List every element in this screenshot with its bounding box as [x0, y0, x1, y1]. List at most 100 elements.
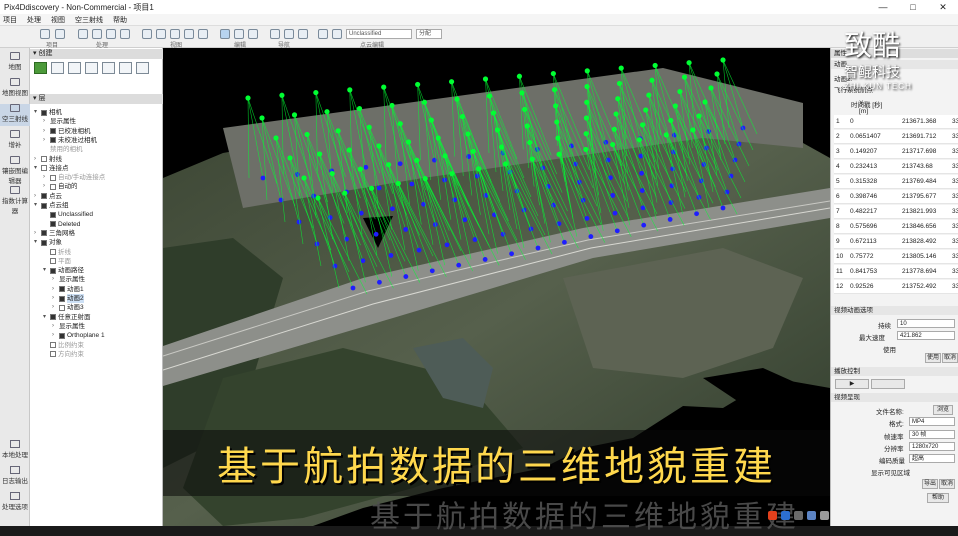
- close-button[interactable]: ✕: [928, 0, 958, 14]
- waypoint-row[interactable]: 2 0.0651407 213691.712 336: [834, 130, 958, 144]
- layer-tree-item[interactable]: 折线: [43, 248, 71, 257]
- expand-chevron-icon[interactable]: ›: [52, 303, 57, 312]
- layer-checkbox[interactable]: [59, 286, 65, 293]
- layer-checkbox[interactable]: [59, 332, 65, 339]
- layer-checkbox[interactable]: [41, 230, 47, 237]
- layer-tree-item[interactable]: › 自动/手动连接点: [43, 173, 105, 182]
- layer-tree-item[interactable]: ▾ 任意正射面: [43, 313, 91, 322]
- layer-checkbox[interactable]: [41, 202, 47, 209]
- quality-select[interactable]: 超高: [909, 454, 955, 463]
- view-side-icon[interactable]: [198, 29, 208, 39]
- tray-app-icon[interactable]: [768, 511, 777, 520]
- waypoint-row[interactable]: 4 0.232413 213743.68 336: [834, 160, 958, 174]
- expand-chevron-icon[interactable]: ›: [43, 182, 48, 191]
- process-stop-icon[interactable]: [106, 29, 116, 39]
- expand-chevron-icon[interactable]: ▾: [43, 266, 48, 275]
- max-speed-input[interactable]: 421.862: [897, 331, 955, 340]
- layer-checkbox[interactable]: [50, 128, 56, 135]
- layer-tree-item[interactable]: ▾ 相机: [34, 108, 62, 117]
- format-select[interactable]: MP4: [909, 417, 955, 426]
- video-render-section-header[interactable]: 视频呈现: [831, 393, 958, 402]
- layer-checkbox[interactable]: [41, 156, 47, 162]
- minimize-button[interactable]: —: [868, 0, 898, 14]
- select-icon[interactable]: [220, 29, 230, 39]
- local-processing-button[interactable]: 本地处理: [0, 440, 30, 459]
- nav-supplement[interactable]: 增补: [0, 130, 30, 152]
- waypoint-row[interactable]: 5 0.315328 213769.484 336: [834, 175, 958, 189]
- open-project-icon[interactable]: [55, 29, 65, 39]
- waypoint-row[interactable]: 11 0.841753 213778.694 336: [834, 265, 958, 279]
- cancel-button[interactable]: 取消: [942, 353, 958, 363]
- expand-chevron-icon[interactable]: ›: [52, 285, 57, 294]
- layer-tree-item[interactable]: › Orthoplane 1: [52, 331, 105, 340]
- export-button[interactable]: 导出: [922, 479, 938, 489]
- waypoint-row[interactable]: 9 0.672113 213828.492 336: [834, 235, 958, 249]
- tray-keyboard-icon[interactable]: [820, 511, 829, 520]
- layer-checkbox[interactable]: [41, 165, 47, 172]
- layer-tree-item[interactable]: › 动画2: [52, 294, 84, 303]
- layers-section-header[interactable]: ▾ 层: [30, 94, 163, 104]
- layer-tree-item[interactable]: ▾ 动画路径: [43, 266, 84, 275]
- expand-chevron-icon[interactable]: ▾: [34, 108, 39, 117]
- waypoint-row[interactable]: 7 0.482217 213821.993 336: [834, 205, 958, 219]
- expand-chevron-icon[interactable]: ›: [43, 127, 48, 136]
- process-icon[interactable]: [78, 29, 88, 39]
- tray-settings-icon[interactable]: [794, 511, 803, 520]
- layer-tree-item[interactable]: Deleted: [43, 220, 80, 229]
- layer-tree-item[interactable]: › 动画3: [52, 303, 84, 312]
- expand-chevron-icon[interactable]: ›: [52, 275, 57, 284]
- video-animation-section-header[interactable]: 视频动画选项: [831, 306, 958, 315]
- view-top-icon[interactable]: [184, 29, 194, 39]
- new-project-icon[interactable]: [40, 29, 50, 39]
- waypoint-row[interactable]: 6 0.398746 213795.677 336: [834, 190, 958, 204]
- nav-mapview[interactable]: 地图视图: [0, 78, 30, 100]
- layer-checkbox[interactable]: [41, 109, 47, 116]
- pointcloud-select-icon[interactable]: [332, 29, 342, 39]
- orbit-icon[interactable]: [284, 29, 294, 39]
- menu-item-view[interactable]: 视图: [51, 15, 65, 25]
- process-options-icon[interactable]: [92, 29, 102, 39]
- cancel-export-button[interactable]: 取消: [939, 479, 955, 489]
- waypoint-row[interactable]: 12 0.92526 213752.492 336: [834, 280, 958, 294]
- layer-tree-item[interactable]: › 已校准相机: [43, 127, 91, 136]
- layer-tree-item[interactable]: ▾ 点云组: [34, 201, 69, 210]
- apply-button[interactable]: 使用: [925, 353, 941, 363]
- playback-section-header[interactable]: 播放控制: [831, 367, 958, 376]
- layer-tree-item[interactable]: ▾ 对象: [34, 238, 62, 247]
- layer-tree-item[interactable]: 平面: [43, 257, 71, 266]
- processing-options-button[interactable]: 处理选项: [0, 492, 30, 511]
- create-rect-icon[interactable]: [34, 62, 47, 74]
- browse-button[interactable]: 浏览: [933, 405, 953, 415]
- expand-chevron-icon[interactable]: ▾: [43, 313, 48, 322]
- layer-checkbox[interactable]: [50, 314, 56, 321]
- layer-tree-item[interactable]: Unclassified: [43, 210, 93, 219]
- layer-checkbox[interactable]: [50, 351, 56, 358]
- help-button[interactable]: 帮助: [927, 493, 949, 503]
- expand-chevron-icon[interactable]: ▾: [34, 164, 39, 173]
- resolution-select[interactable]: 1280x720: [909, 442, 955, 451]
- nav-mosaic-editor[interactable]: 镶嵌图编辑器: [0, 156, 30, 185]
- menu-item-process[interactable]: 处理: [27, 15, 41, 25]
- layer-tree-item[interactable]: › 动画1: [52, 285, 84, 294]
- layer-checkbox[interactable]: [50, 221, 56, 228]
- create-orientation-icon[interactable]: [136, 62, 149, 74]
- layer-tree-item[interactable]: › 显示属性: [52, 322, 85, 331]
- layer-checkbox[interactable]: [50, 174, 56, 181]
- layer-tree-item[interactable]: 比例约束: [43, 341, 84, 350]
- layer-checkbox[interactable]: [50, 249, 56, 255]
- create-volume-icon[interactable]: [85, 62, 98, 74]
- layer-tree-item[interactable]: 方向约束: [43, 350, 84, 359]
- waypoint-row[interactable]: 10 0.75772 213805.146 336: [834, 250, 958, 264]
- layer-tree-item[interactable]: › 显示属性: [43, 117, 76, 126]
- process-log-icon[interactable]: [120, 29, 130, 39]
- layer-checkbox[interactable]: [50, 258, 56, 265]
- expand-chevron-icon[interactable]: ›: [52, 331, 57, 340]
- layer-tree-item[interactable]: › 自动的: [43, 182, 78, 191]
- layer-tree-item[interactable]: 禁用的相机: [43, 145, 83, 154]
- assign-class-button[interactable]: 分配: [416, 29, 442, 39]
- expand-chevron-icon[interactable]: ›: [43, 117, 48, 126]
- create-scale-icon[interactable]: [119, 62, 132, 74]
- layer-tree-item[interactable]: › 三角网格: [34, 229, 75, 238]
- tray-mic-icon[interactable]: [807, 511, 816, 520]
- expand-chevron-icon[interactable]: ›: [43, 173, 48, 182]
